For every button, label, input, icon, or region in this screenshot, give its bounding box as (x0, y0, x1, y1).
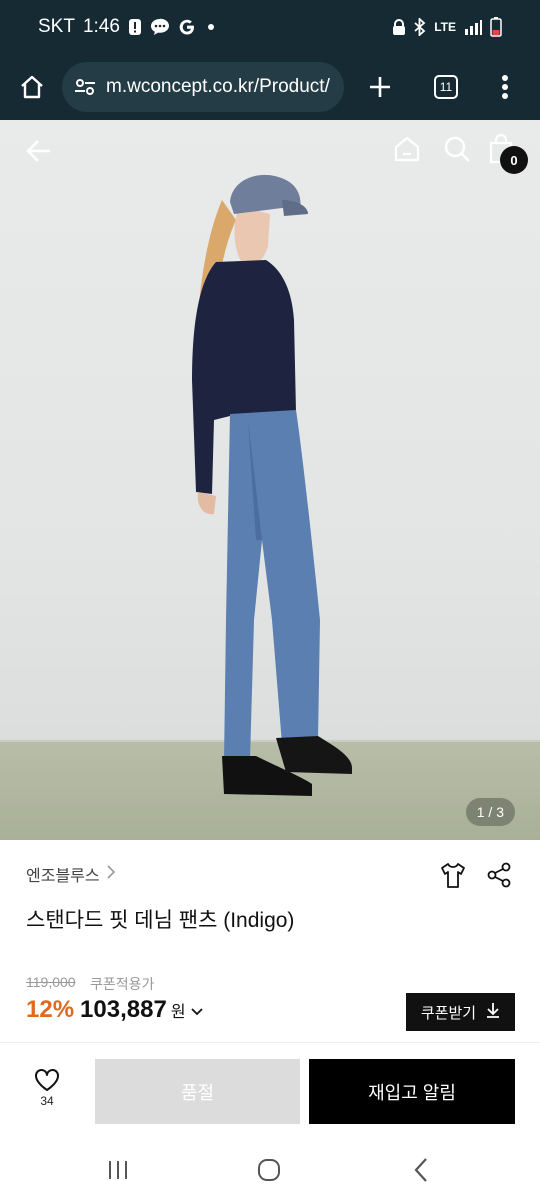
arrow-left-icon (26, 140, 50, 162)
brand-name: 엔조블루스 (26, 868, 100, 885)
chat-icon (150, 18, 170, 36)
clock: 1:46 (82, 16, 120, 37)
battery-icon (490, 17, 502, 37)
coupon-button-label: 쿠폰받기 (420, 1004, 477, 1022)
plus-icon (370, 77, 390, 97)
browser-menu-button[interactable] (490, 65, 520, 109)
home-icon (21, 75, 43, 99)
product-image-carousel[interactable]: 0 1 / 3 (0, 120, 540, 840)
product-photo (192, 174, 352, 796)
search-button[interactable] (442, 134, 472, 164)
alert-icon (128, 18, 142, 36)
browser-toolbar: m.wconcept.co.kr/Product/ 11 (0, 54, 540, 120)
status-bar: SKT 1:46 LTE (0, 0, 540, 54)
tshirt-icon (441, 863, 465, 888)
chevron-down-icon[interactable] (190, 1004, 204, 1022)
tab-count: 11 (434, 75, 458, 99)
size-guide-button[interactable] (440, 862, 466, 895)
download-icon (486, 1002, 500, 1022)
discount-rate: 12% (26, 996, 75, 1023)
restock-alert-button[interactable]: 재입고 알림 (309, 1059, 515, 1124)
lock-icon (392, 18, 406, 36)
heart-icon (35, 1069, 59, 1091)
tab-switcher-button[interactable]: 11 (424, 65, 468, 109)
site-settings-icon[interactable] (74, 77, 96, 97)
new-tab-button[interactable] (358, 65, 402, 109)
currency-unit: 원 (170, 1004, 186, 1021)
image-pager: 1 / 3 (465, 798, 515, 826)
notification-dot (207, 24, 214, 30)
share-icon (487, 862, 511, 888)
home-icon (394, 136, 420, 162)
get-coupon-button[interactable]: 쿠폰받기 (406, 993, 515, 1031)
price-row[interactable]: 12% 103,887 원 (26, 996, 204, 1024)
brand-link[interactable]: 엔조블루스 (26, 862, 116, 886)
original-price: 119,000 (26, 974, 76, 990)
back-button[interactable] (24, 136, 54, 166)
share-button[interactable] (486, 862, 512, 895)
chevron-left-icon (414, 1158, 427, 1182)
address-bar[interactable]: m.wconcept.co.kr/Product/ (62, 62, 344, 112)
chevron-right-icon (106, 864, 116, 885)
bluetooth-icon (414, 18, 426, 36)
coupon-price-note: 쿠폰적용가 (90, 976, 155, 992)
home-circle-icon (258, 1159, 280, 1181)
system-nav-bar (0, 1140, 540, 1200)
like-count: 34 (40, 1094, 54, 1108)
sale-price: 103,887 (80, 996, 167, 1023)
system-back-button[interactable] (410, 1156, 434, 1184)
google-icon (178, 18, 196, 36)
recent-apps-icon (109, 1161, 127, 1179)
search-icon (444, 136, 470, 162)
like-button[interactable]: 34 (22, 1068, 72, 1118)
cart-count-badge: 0 (500, 146, 528, 174)
shop-home-button[interactable] (392, 134, 422, 164)
soldout-button: 품절 (95, 1059, 300, 1124)
browser-home-button[interactable] (14, 69, 50, 105)
url-text: m.wconcept.co.kr/Product/ (106, 76, 330, 97)
product-title: 스탠다드 핏 데님 팬츠 (Indigo) (26, 909, 295, 932)
carrier-label: SKT (38, 16, 75, 37)
recent-apps-button[interactable] (106, 1158, 130, 1182)
more-vertical-icon (502, 75, 508, 99)
signal-icon (464, 19, 482, 35)
network-type: LTE (434, 20, 456, 34)
divider (0, 1042, 540, 1043)
system-home-button[interactable] (257, 1158, 281, 1182)
